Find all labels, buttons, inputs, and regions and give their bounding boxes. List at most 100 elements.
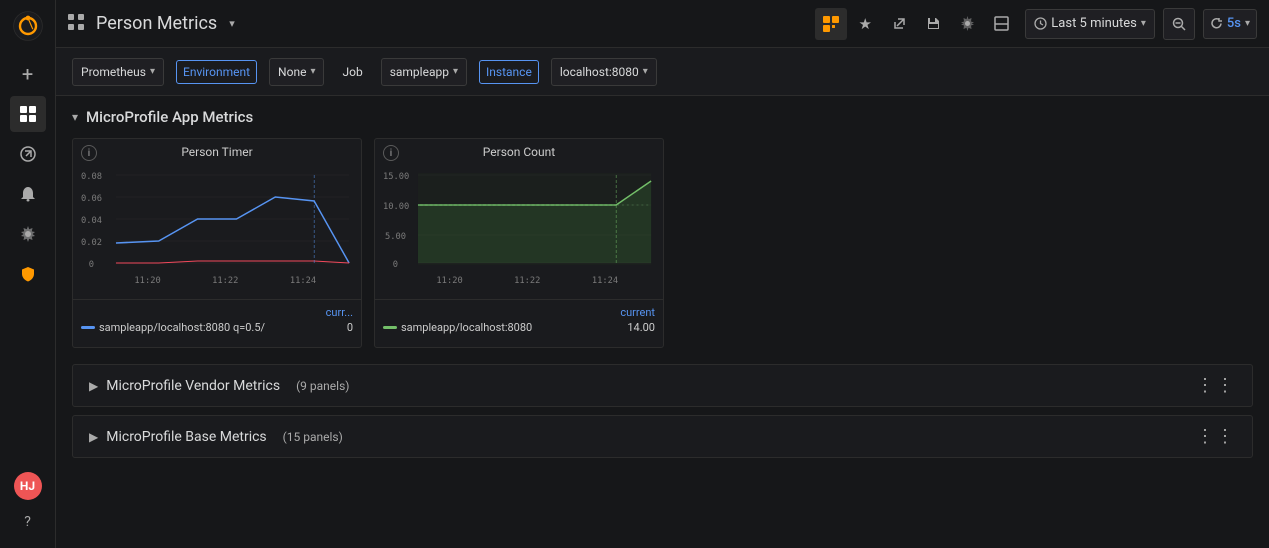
app-metrics-title: MicroProfile App Metrics bbox=[86, 108, 253, 126]
legend-color-swatch bbox=[81, 326, 95, 329]
person-timer-current-header: curr... bbox=[81, 306, 353, 319]
svg-text:15.00: 15.00 bbox=[383, 172, 409, 182]
vendor-metrics-left: ▶ MicroProfile Vendor Metrics (9 panels) bbox=[89, 378, 349, 394]
person-timer-chart: 0.08 0.06 0.04 0.02 0 11:20 11:22 11:24 bbox=[73, 161, 361, 299]
apps-icon[interactable] bbox=[68, 14, 84, 34]
person-count-current-header: current bbox=[383, 306, 655, 319]
app-metrics-chevron: ▾ bbox=[72, 110, 78, 124]
time-range-picker[interactable]: Last 5 minutes ▾ bbox=[1025, 9, 1155, 39]
svg-text:11:24: 11:24 bbox=[290, 276, 316, 286]
title-chevron[interactable]: ▾ bbox=[229, 17, 235, 30]
vendor-metrics-menu[interactable]: ⋮⋮ bbox=[1196, 375, 1236, 396]
topbar-actions: ★ bbox=[815, 8, 1017, 40]
cycle-view-button[interactable] bbox=[985, 8, 1017, 40]
svg-text:0: 0 bbox=[393, 260, 398, 270]
svg-text:5.00: 5.00 bbox=[385, 232, 406, 242]
job-value: sampleapp bbox=[390, 65, 449, 79]
svg-text:0.08: 0.08 bbox=[81, 172, 102, 182]
avatar[interactable]: HJ bbox=[14, 472, 42, 500]
sidebar-item-help[interactable]: ? bbox=[10, 504, 46, 540]
svg-text:11:22: 11:22 bbox=[514, 276, 540, 286]
svg-text:0.06: 0.06 bbox=[81, 194, 102, 204]
person-timer-title: Person Timer bbox=[181, 145, 252, 159]
job-chevron: ▾ bbox=[453, 66, 458, 77]
settings-button[interactable] bbox=[951, 8, 983, 40]
zoom-out-button[interactable] bbox=[1163, 8, 1195, 40]
base-metrics-chevron: ▶ bbox=[89, 430, 98, 444]
filterbar: Prometheus ▾ Environment None ▾ Job samp… bbox=[56, 48, 1269, 96]
person-timer-legend: curr... sampleapp/localhost:8080 q=0.5/ … bbox=[73, 299, 361, 338]
time-range-label: Last 5 minutes bbox=[1051, 16, 1137, 31]
main: Person Metrics ▾ ★ bbox=[56, 0, 1269, 548]
base-metrics-menu[interactable]: ⋮⋮ bbox=[1196, 426, 1236, 447]
svg-text:0.02: 0.02 bbox=[81, 238, 102, 248]
legend-value-2: 14.00 bbox=[627, 321, 655, 334]
save-button[interactable] bbox=[917, 8, 949, 40]
sidebar-item-alerting[interactable] bbox=[10, 176, 46, 212]
panel-info-icon-2[interactable]: i bbox=[383, 145, 399, 161]
datasource-selector[interactable]: Prometheus ▾ bbox=[72, 58, 164, 86]
share-button[interactable] bbox=[883, 8, 915, 40]
svg-text:11:20: 11:20 bbox=[436, 276, 462, 286]
legend-item-2: sampleapp/localhost:8080 bbox=[383, 321, 532, 334]
sidebar-item-shield[interactable] bbox=[10, 256, 46, 292]
legend-row: sampleapp/localhost:8080 q=0.5/ 0 bbox=[81, 321, 353, 334]
sidebar-item-config[interactable] bbox=[10, 216, 46, 252]
person-count-header: i Person Count bbox=[375, 139, 663, 161]
refresh-interval: 5s bbox=[1227, 16, 1241, 31]
legend-value: 0 bbox=[347, 321, 353, 334]
svg-text:11:22: 11:22 bbox=[212, 276, 238, 286]
star-button[interactable]: ★ bbox=[849, 8, 881, 40]
legend-color-swatch-2 bbox=[383, 326, 397, 329]
sidebar: + HJ ? bbox=[0, 0, 56, 548]
grafana-logo[interactable] bbox=[10, 8, 46, 44]
sidebar-item-explore[interactable] bbox=[10, 136, 46, 172]
base-count: (15 panels) bbox=[283, 430, 343, 444]
app-metrics-panels: i Person Timer 0.08 0.06 0.04 bbox=[72, 138, 1253, 348]
job-label: Job bbox=[336, 61, 368, 83]
legend-label: sampleapp/localhost:8080 q=0.5/ bbox=[99, 321, 265, 334]
environment-selector[interactable]: None ▾ bbox=[269, 58, 324, 86]
app-metrics-section-header[interactable]: ▾ MicroProfile App Metrics bbox=[72, 108, 1253, 126]
svg-text:10.00: 10.00 bbox=[383, 202, 409, 212]
environment-label: Environment bbox=[176, 60, 257, 84]
base-metrics-title: MicroProfile Base Metrics bbox=[106, 429, 266, 445]
legend-row-2: sampleapp/localhost:8080 14.00 bbox=[383, 321, 655, 334]
refresh-button[interactable]: 5s ▾ bbox=[1203, 9, 1257, 39]
svg-text:11:20: 11:20 bbox=[134, 276, 160, 286]
instance-chevron: ▾ bbox=[643, 66, 648, 77]
sidebar-bottom: HJ ? bbox=[10, 472, 46, 540]
content-area: ▾ MicroProfile App Metrics i Person Time… bbox=[56, 96, 1269, 548]
svg-text:11:24: 11:24 bbox=[592, 276, 618, 286]
panel-info-icon[interactable]: i bbox=[81, 145, 97, 161]
person-timer-panel: i Person Timer 0.08 0.06 0.04 bbox=[72, 138, 362, 348]
person-count-legend: current sampleapp/localhost:8080 14.00 bbox=[375, 299, 663, 338]
panel-editor-button[interactable] bbox=[815, 8, 847, 40]
environment-value: None bbox=[278, 65, 306, 79]
base-metrics-left: ▶ MicroProfile Base Metrics (15 panels) bbox=[89, 429, 343, 445]
vendor-metrics-title: MicroProfile Vendor Metrics bbox=[106, 378, 280, 394]
vendor-metrics-section[interactable]: ▶ MicroProfile Vendor Metrics (9 panels) ⋮… bbox=[72, 364, 1253, 407]
topbar: Person Metrics ▾ ★ bbox=[56, 0, 1269, 48]
svg-text:0: 0 bbox=[89, 260, 94, 270]
person-count-chart: 15.00 10.00 5.00 0 11:20 11:22 11:24 bbox=[375, 161, 663, 299]
legend-label-2: sampleapp/localhost:8080 bbox=[401, 321, 532, 334]
person-count-title: Person Count bbox=[483, 145, 555, 159]
vendor-metrics-chevron: ▶ bbox=[89, 379, 98, 393]
instance-label: Instance bbox=[479, 60, 539, 84]
page-title: Person Metrics bbox=[96, 13, 217, 34]
svg-text:0.04: 0.04 bbox=[81, 216, 102, 226]
person-count-panel: i Person Count 15.00 10.00 bbox=[374, 138, 664, 348]
datasource-chevron: ▾ bbox=[150, 66, 155, 77]
sidebar-item-dashboards[interactable] bbox=[10, 96, 46, 132]
instance-selector[interactable]: localhost:8080 ▾ bbox=[551, 58, 657, 86]
time-range-chevron: ▾ bbox=[1141, 18, 1146, 29]
instance-value: localhost:8080 bbox=[560, 65, 639, 79]
environment-chevron: ▾ bbox=[310, 66, 315, 77]
job-selector[interactable]: sampleapp ▾ bbox=[381, 58, 467, 86]
person-timer-header: i Person Timer bbox=[73, 139, 361, 161]
sidebar-item-add[interactable]: + bbox=[10, 56, 46, 92]
vendor-count: (9 panels) bbox=[296, 379, 349, 393]
legend-item: sampleapp/localhost:8080 q=0.5/ bbox=[81, 321, 265, 334]
base-metrics-section[interactable]: ▶ MicroProfile Base Metrics (15 panels) ⋮⋮ bbox=[72, 415, 1253, 458]
